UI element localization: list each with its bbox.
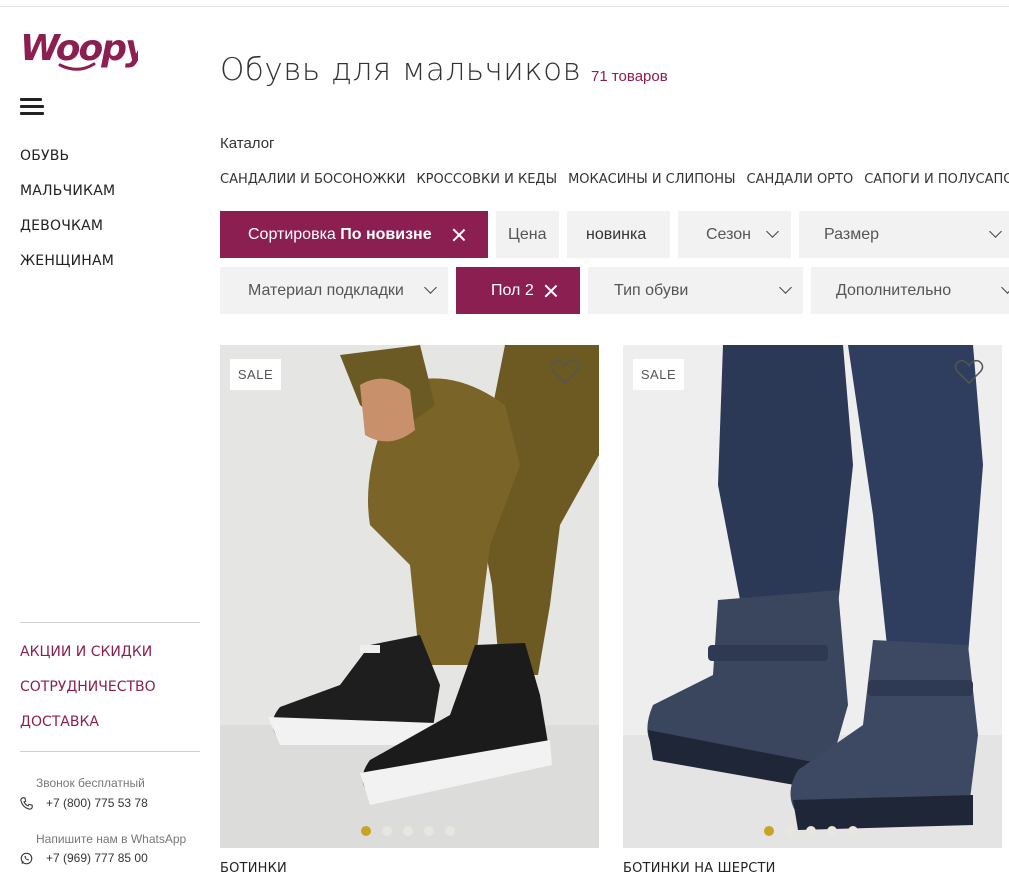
heart-icon[interactable] (954, 359, 984, 385)
gender-filter[interactable]: Пол 2 (456, 267, 580, 314)
lining-filter[interactable]: Материал подкладки (220, 267, 448, 314)
sort-filter[interactable]: Сортировка По новизне (220, 211, 488, 258)
woopy-logo-icon: Woopy (20, 28, 152, 71)
carousel-dot[interactable] (424, 826, 434, 836)
product-card[interactable]: SALE БОТИНКИ НА ШЕРСТИ (623, 345, 1002, 873)
whatsapp-contact[interactable]: +7 (969) 777 85 00 (20, 851, 148, 865)
heart-icon[interactable] (550, 359, 580, 385)
menu-item-shoes[interactable]: ОБУВЬ (20, 146, 115, 181)
size-label: Размер (824, 225, 879, 243)
sale-badge: SALE (633, 359, 684, 390)
phone-contact[interactable]: +7 (800) 775 53 78 (20, 796, 148, 810)
whatsapp-number: +7 (969) 777 85 00 (46, 851, 148, 865)
carousel-dots (764, 826, 869, 836)
extra-label: Дополнительно (836, 281, 952, 299)
whatsapp-label: Напишите нам в WhatsApp (36, 832, 187, 846)
category-ortho-sandals[interactable]: САНДАЛИ ОРТО (747, 172, 854, 187)
price-filter[interactable]: Цена (496, 211, 559, 258)
burger-menu-icon[interactable] (20, 98, 44, 116)
chevron-down-icon (766, 225, 779, 238)
menu-item-girls[interactable]: ДЕВОЧКАМ (20, 216, 115, 251)
carousel-dot[interactable] (403, 826, 413, 836)
phone-label: Звонок бесплатный (36, 776, 145, 790)
chevron-down-icon (779, 281, 792, 294)
sidebar-divider (20, 622, 200, 623)
price-label: Цена (508, 225, 547, 243)
menu-item-cooperation[interactable]: СОТРУДНИЧЕСТВО (20, 677, 156, 712)
sidebar-divider (20, 751, 200, 752)
product-name[interactable]: БОТИНКИ НА ШЕРСТИ (623, 861, 776, 873)
shoe-type-filter[interactable]: Тип обуви (588, 267, 803, 314)
page-title: Обувь для мальчиков (220, 52, 582, 88)
promo-menu: АКЦИИ И СКИДКИ СОТРУДНИЧЕСТВО ДОСТАВКА (20, 642, 156, 747)
season-label: Сезон (706, 225, 751, 243)
carousel-dots (361, 826, 466, 836)
menu-item-boys[interactable]: МАЛЬЧИКАМ (20, 181, 115, 216)
category-moccasins[interactable]: МОКАСИНЫ И СЛИПОНЫ (568, 172, 735, 187)
chevron-down-icon (989, 225, 1002, 238)
sort-label: Сортировка (248, 225, 336, 243)
sidebar: Woopy ОБУВЬ МАЛЬЧИКАМ ДЕВОЧКАМ ЖЕНЩИНАМ … (0, 0, 200, 873)
category-links: САНДАЛИИ И БОСОНОЖКИ КРОССОВКИ И КЕДЫ МО… (220, 172, 1009, 187)
shoe-type-label: Тип обуви (614, 281, 689, 299)
carousel-dot[interactable] (785, 826, 795, 836)
svg-text:Woopy: Woopy (20, 28, 138, 69)
menu-item-women[interactable]: ЖЕНЩИНАМ (20, 251, 115, 286)
sort-value: По новизне (340, 225, 432, 243)
carousel-dot[interactable] (848, 826, 858, 836)
gender-label: Пол 2 (491, 281, 534, 299)
carousel-dot[interactable] (806, 826, 816, 836)
carousel-dot[interactable] (361, 826, 371, 836)
size-filter[interactable]: Размер (799, 211, 1009, 258)
close-icon[interactable] (544, 284, 557, 297)
product-photo[interactable]: SALE (220, 345, 599, 848)
menu-item-sales[interactable]: АКЦИИ И СКИДКИ (20, 642, 156, 677)
main-menu: ОБУВЬ МАЛЬЧИКАМ ДЕВОЧКАМ ЖЕНЩИНАМ (20, 146, 115, 286)
lining-label: Материал подкладки (248, 281, 404, 299)
product-image (623, 345, 1002, 848)
novelty-filter[interactable]: новинка (567, 211, 670, 258)
product-card[interactable]: SALE БОТИНКИ (220, 345, 599, 873)
phone-icon (20, 796, 33, 810)
brand-logo[interactable]: Woopy (20, 24, 152, 86)
carousel-dot[interactable] (445, 826, 455, 836)
sale-badge: SALE (230, 359, 281, 390)
product-name[interactable]: БОТИНКИ (220, 861, 287, 873)
menu-item-delivery[interactable]: ДОСТАВКА (20, 712, 156, 747)
phone-number: +7 (800) 775 53 78 (46, 796, 148, 810)
novelty-label: новинка (586, 225, 647, 243)
carousel-dot[interactable] (827, 826, 837, 836)
carousel-dot[interactable] (382, 826, 392, 836)
chevron-down-icon (1001, 281, 1009, 294)
category-boots[interactable]: САПОГИ И ПОЛУСАПОГИ (864, 172, 1009, 187)
carousel-dot[interactable] (764, 826, 774, 836)
product-count: 71 товаров (591, 68, 668, 85)
close-icon[interactable] (452, 228, 465, 241)
season-filter[interactable]: Сезон (678, 211, 791, 258)
product-image (220, 345, 599, 848)
category-sneakers[interactable]: КРОССОВКИ И КЕДЫ (416, 172, 557, 187)
catalog-label: Каталог (220, 135, 275, 152)
product-photo[interactable]: SALE (623, 345, 1002, 848)
whatsapp-icon (20, 852, 33, 864)
category-sandals[interactable]: САНДАЛИИ И БОСОНОЖКИ (220, 172, 405, 187)
extra-filter[interactable]: Дополнительно (811, 267, 1009, 314)
chevron-down-icon (424, 281, 437, 294)
